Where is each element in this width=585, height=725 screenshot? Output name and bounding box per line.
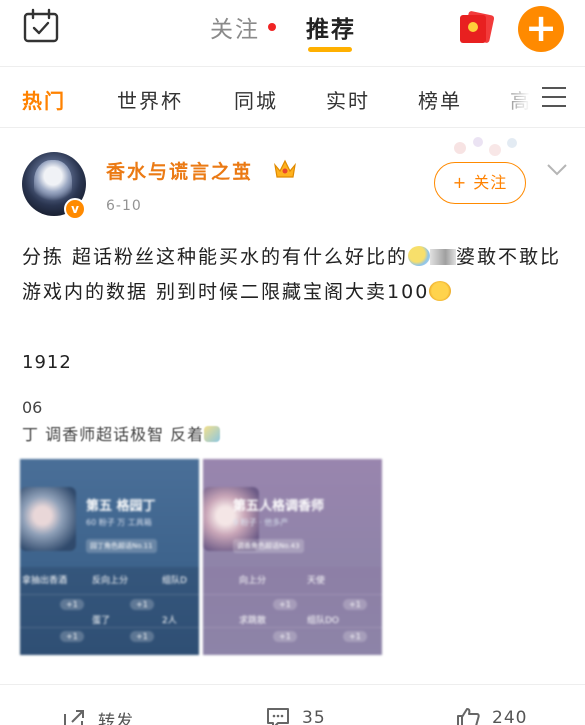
post-text: 分拣 超话粉丝这种能买水的有什么好比的 婆敢不敢比游戏内的数据 别到时候二限藏宝阁… <box>22 240 572 310</box>
post-line-topic-text: 丁 调香师超话极智 反着 <box>22 425 205 444</box>
post-text-part1: 分拣 超话粉丝这种能买水的有什么好比的 <box>22 246 409 268</box>
channel-ranking[interactable]: 榜单 <box>418 85 462 114</box>
image-cell: 天使 <box>307 576 326 586</box>
unread-dot <box>268 23 276 31</box>
comment-button[interactable]: 35 <box>266 707 326 725</box>
top-bar: 关注 推荐 + <box>0 0 585 58</box>
image-pill: +1 <box>60 631 84 642</box>
repost-button[interactable]: 转发 <box>62 707 134 725</box>
image-cell: 组队D <box>162 576 187 586</box>
like-button[interactable]: 240 <box>456 707 527 725</box>
post-line-date: 06 <box>22 398 43 417</box>
emoji-icon <box>204 426 221 442</box>
post-image-1[interactable]: 第五 格园丁 60 粉子 万 工具箱 园丁角色超话No.11 拿抽出香酒 反向上… <box>20 459 199 655</box>
image-tag: 调香角色超话No.43 <box>233 539 304 553</box>
image-divider <box>203 594 382 595</box>
image-profile-card: 第五 格园丁 60 粉子 万 工具箱 园丁角色超话No.11 <box>20 459 199 567</box>
image-pill: +1 <box>343 599 367 610</box>
feed-tabs: 关注 推荐 <box>210 10 356 52</box>
post-date: 6-10 <box>106 198 142 214</box>
image-cell: 组队DO <box>307 616 340 626</box>
image-cell: 蛋了 <box>92 616 111 626</box>
channel-hot[interactable]: 热门 <box>22 85 66 114</box>
verified-badge-icon: v <box>64 198 86 220</box>
image-title: 第五 格园丁 <box>86 499 156 514</box>
channel-local[interactable]: 同城 <box>234 85 278 114</box>
thumbs-up-icon <box>457 708 480 725</box>
image-profile-card: 第五人格调香师 9 粉子 · 他多产 调香角色超话No.43 <box>203 459 382 567</box>
comment-icon <box>267 708 289 725</box>
image-cell: 2人 <box>162 616 177 626</box>
post-image-2[interactable]: 第五人格调香师 9 粉子 · 他多产 调香角色超话No.43 向上分 天使 +1… <box>203 459 382 655</box>
image-pill: +1 <box>273 599 297 610</box>
image-cell: 求跳散 <box>239 616 267 626</box>
image-pill: +1 <box>130 599 154 610</box>
channel-bar: 热门 世界杯 同城 实时 榜单 高 <box>0 66 585 128</box>
image-divider <box>20 627 199 628</box>
image-title: 第五人格调香师 <box>233 499 325 514</box>
post-action-bar: 转发 35 240 <box>0 684 585 725</box>
image-divider <box>203 627 382 628</box>
image-pill: +1 <box>60 599 84 610</box>
image-pill: +1 <box>130 631 154 642</box>
repost-icon <box>64 709 84 725</box>
channel-menu-button[interactable] <box>530 67 585 127</box>
like-count: 240 <box>492 708 528 725</box>
follow-button[interactable]: + 关注 <box>434 162 526 204</box>
repost-label: 转发 <box>98 712 134 725</box>
comment-count: 35 <box>302 708 326 725</box>
tab-following[interactable]: 关注 <box>210 10 260 44</box>
chevron-down-icon[interactable] <box>546 163 568 177</box>
channel-realtime[interactable]: 实时 <box>326 85 370 114</box>
image-tag: 园丁角色超话No.11 <box>86 539 157 553</box>
tab-recommended[interactable]: 推荐 <box>306 10 356 52</box>
compose-button[interactable]: + <box>518 6 564 52</box>
username[interactable]: 香水与谎言之茧 <box>106 157 253 184</box>
doge-emoji-icon <box>429 281 452 301</box>
post-line-topic: 丁 调香师超话极智 反着 <box>22 421 221 445</box>
image-subtitle: 60 粉子 万 工具箱 <box>86 518 152 527</box>
image-pill: +1 <box>343 631 367 642</box>
image-pill: +1 <box>273 631 297 642</box>
post-line-number: 1912 <box>22 352 72 373</box>
image-cell: 反向上分 <box>92 576 129 586</box>
red-envelope-icon[interactable] <box>456 9 496 45</box>
calendar-check-icon[interactable] <box>22 8 60 44</box>
crown-icon <box>274 159 296 178</box>
image-cell: 向上分 <box>239 576 267 586</box>
image-portrait <box>20 487 76 551</box>
redaction-smudge <box>430 249 457 265</box>
image-subtitle: 9 粉子 · 他多产 <box>233 518 289 527</box>
image-cell: 拿抽出香酒 <box>22 576 68 586</box>
image-divider <box>20 594 199 595</box>
channel-world-cup[interactable]: 世界杯 <box>117 85 183 114</box>
channel-fade <box>490 67 530 127</box>
emoji-icon <box>408 246 431 266</box>
